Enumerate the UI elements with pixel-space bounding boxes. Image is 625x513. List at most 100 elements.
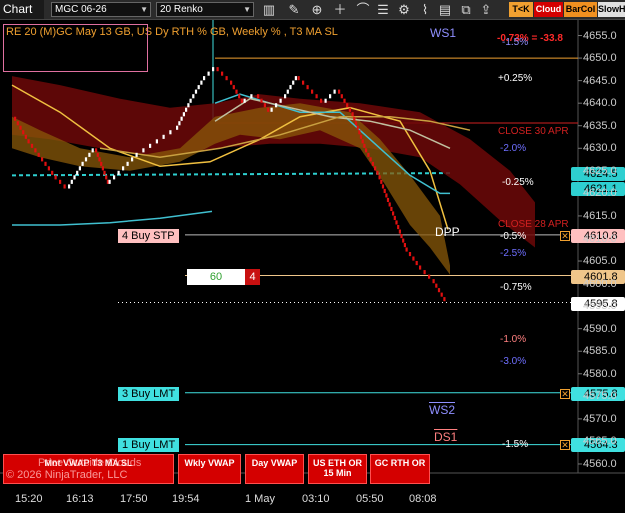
renko-brick	[333, 89, 336, 94]
crosshair-icon[interactable]: ＋	[332, 1, 348, 18]
cancel-order-icon[interactable]: ✕	[560, 231, 570, 241]
renko-brick	[412, 256, 415, 261]
renko-brick	[19, 125, 22, 130]
renko-brick	[284, 94, 287, 99]
renko-brick	[405, 247, 408, 252]
cancel-order-icon[interactable]: ✕	[560, 440, 570, 450]
y-tick-label: 4610.0	[583, 232, 617, 245]
renko-brick	[105, 175, 108, 180]
renko-brick	[257, 94, 260, 99]
level-label: -1.0%	[500, 334, 527, 345]
order-buy-limit-1[interactable]: 1 Buy LMT	[118, 438, 180, 452]
renko-brick	[294, 76, 297, 81]
renko-brick	[100, 161, 103, 166]
chart-window-title: Chart	[0, 0, 44, 19]
renko-brick	[14, 116, 17, 121]
strategy-icon[interactable]: ⚙	[396, 1, 412, 18]
renko-brick	[432, 279, 435, 284]
renko-brick	[402, 238, 405, 243]
renko-brick	[371, 161, 374, 166]
y-tick-label: 4580.0	[583, 367, 617, 380]
button-wkly-vwap[interactable]: Wkly VWAP	[178, 454, 241, 484]
renko-brick	[22, 130, 25, 135]
renko-brick	[338, 89, 341, 94]
x-tick-label: 16:13	[66, 493, 94, 505]
instrument-selector[interactable]: MGC 06-26 ▼	[51, 2, 151, 17]
renko-brick	[267, 107, 270, 112]
renko-brick	[203, 76, 206, 81]
x-tick-label: 15:20	[15, 493, 43, 505]
indicators-icon[interactable]: ⌇	[417, 1, 433, 18]
chart-trader-icon[interactable]: ▤	[437, 1, 453, 18]
button-gc-rth-or[interactable]: GC RTH OR	[370, 454, 430, 484]
renko-brick	[400, 234, 403, 239]
renko-brick	[440, 292, 443, 297]
chart-panel[interactable]: RE 20 (M)GC May 13 GB, US Dy RTH % GB, W…	[0, 20, 625, 513]
y-tick-label: 4640.0	[583, 97, 617, 110]
renko-brick	[351, 112, 354, 117]
drawing-tool-icon[interactable]: ⌒	[355, 1, 371, 18]
pencil-icon[interactable]: ✎	[286, 1, 302, 18]
price-plot[interactable]	[0, 20, 625, 513]
renko-brick	[358, 130, 361, 135]
renko-brick	[443, 297, 446, 302]
button-day-vwap[interactable]: Day VWAP	[245, 454, 304, 484]
renko-brick	[408, 252, 412, 257]
level-label-ws1: WS1	[430, 26, 457, 40]
renko-brick	[73, 175, 76, 180]
renko-brick	[297, 76, 300, 81]
renko-brick	[343, 98, 346, 103]
chevron-down-icon: ▼	[140, 5, 148, 14]
pill-barcol[interactable]: BarCol	[564, 2, 597, 17]
renko-brick	[27, 139, 30, 144]
renko-brick	[78, 166, 81, 171]
renko-brick	[270, 107, 273, 112]
renko-brick	[240, 98, 243, 103]
renko-brick	[346, 103, 349, 108]
button-us-eth-or[interactable]: US ETH OR 15 Min	[308, 454, 367, 484]
renko-brick	[356, 125, 359, 130]
renko-brick	[392, 211, 395, 216]
renko-brick	[419, 265, 422, 270]
renko-brick	[329, 94, 332, 99]
renko-brick	[37, 152, 40, 157]
renko-brick	[70, 179, 73, 184]
renko-brick	[381, 184, 385, 189]
zoom-icon[interactable]: ⊕	[309, 1, 325, 18]
bar-spacing-icon[interactable]: ▥	[261, 1, 277, 18]
renko-brick	[68, 184, 71, 189]
renko-brick	[275, 103, 278, 108]
order-buy-limit-3[interactable]: 3 Buy LMT	[118, 387, 180, 401]
renko-brick	[340, 94, 343, 99]
pill-cloud[interactable]: Cloud	[534, 2, 563, 17]
renko-brick	[374, 166, 377, 171]
renko-brick	[101, 166, 104, 171]
position-quantity[interactable]: 60	[187, 269, 245, 285]
renko-brick	[263, 103, 266, 108]
level-label: -1.5%	[502, 439, 529, 450]
renko-brick	[54, 175, 57, 180]
pill-tk[interactable]: T<K	[509, 2, 533, 17]
share-icon[interactable]: ⇪	[478, 1, 494, 18]
y-tick-label: 4630.0	[583, 142, 617, 155]
renko-brick	[131, 157, 134, 162]
renko-brick	[395, 220, 398, 225]
renko-brick	[155, 139, 158, 144]
bar-type-selector[interactable]: 20 Renko ▼	[156, 2, 254, 17]
position-count[interactable]: 4	[245, 269, 260, 285]
y-tick-label: 4565.0	[583, 435, 617, 448]
renko-brick	[415, 261, 418, 266]
order-buy-stop[interactable]: 4 Buy STP	[118, 229, 179, 243]
renko-brick	[122, 166, 125, 171]
copyright-text: © 2026 NinjaTrader, LLC	[6, 469, 128, 481]
y-tick-label: 4605.0	[583, 255, 617, 267]
level-label: -0.75%	[500, 282, 532, 293]
pill-slowh[interactable]: SlowH	[598, 2, 625, 17]
cancel-order-icon[interactable]: ✕	[560, 389, 570, 399]
renko-brick	[428, 274, 431, 279]
properties-icon[interactable]: ☰	[375, 1, 391, 18]
renko-brick	[353, 116, 356, 121]
screenshot-icon[interactable]: ⧉	[458, 1, 474, 18]
renko-brick	[315, 94, 318, 99]
renko-brick	[383, 188, 386, 193]
